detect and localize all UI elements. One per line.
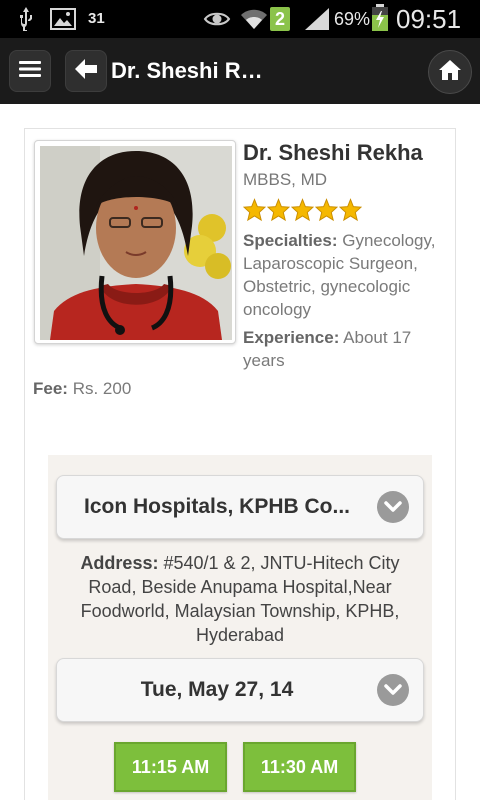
notification-badge: 2 <box>270 7 290 31</box>
chevron-down-icon <box>377 674 409 706</box>
time-slot-button[interactable]: 11:15 AM <box>114 742 227 792</box>
status-bar: 31 2 69% 09:51 <box>0 0 480 38</box>
rating-stars <box>243 198 362 226</box>
eye-icon <box>203 6 231 32</box>
notification-count: 31 <box>88 10 105 27</box>
menu-button[interactable] <box>9 50 51 92</box>
battery-icon <box>371 4 389 31</box>
fee: Fee: Rs. 200 <box>33 379 131 399</box>
star-icon <box>339 198 362 222</box>
star-icon <box>243 198 266 222</box>
experience-label: Experience: <box>243 328 340 347</box>
signal-icon <box>304 6 330 32</box>
specialties-label: Specialties: <box>243 231 338 250</box>
action-bar: Dr. Sheshi R… <box>0 38 480 104</box>
fee-label: Fee: <box>33 379 68 398</box>
experience: Experience: About 17 years <box>243 326 453 372</box>
doctor-name: Dr. Sheshi Rekha <box>243 140 423 165</box>
hospital-dropdown[interactable]: Icon Hospitals, KPHB Co... <box>56 475 424 539</box>
clock: 09:51 <box>396 4 462 34</box>
star-icon <box>291 198 314 222</box>
page-title: Dr. Sheshi R… <box>111 58 263 83</box>
specialties: Specialties: Gynecology, Laparoscopic Su… <box>243 229 453 321</box>
home-icon <box>438 59 462 86</box>
doctor-photo-frame <box>34 140 236 344</box>
date-selected: Tue, May 27, 14 <box>140 678 294 701</box>
usb-icon <box>16 6 36 32</box>
wifi-icon <box>240 6 268 32</box>
chevron-down-icon <box>377 491 409 523</box>
star-icon <box>315 198 338 222</box>
fee-value: Rs. 200 <box>67 379 132 398</box>
menu-icon <box>19 60 41 83</box>
date-dropdown[interactable]: Tue, May 27, 14 <box>56 658 424 722</box>
address-label: Address: <box>80 553 159 573</box>
image-icon <box>50 6 76 32</box>
home-button[interactable] <box>428 50 472 94</box>
battery-percent: 69% <box>334 9 371 29</box>
doctor-degree: MBBS, MD <box>243 170 328 189</box>
star-icon <box>267 198 290 222</box>
hospital-selected: Icon Hospitals, KPHB Co... <box>83 495 351 518</box>
doctor-photo <box>40 146 232 340</box>
hospital-address: Address: #540/1 & 2, JNTU-Hitech City Ro… <box>60 551 420 647</box>
time-slot-button[interactable]: 11:30 AM <box>243 742 356 792</box>
back-arrow-icon <box>74 58 98 85</box>
back-button[interactable] <box>65 50 107 92</box>
